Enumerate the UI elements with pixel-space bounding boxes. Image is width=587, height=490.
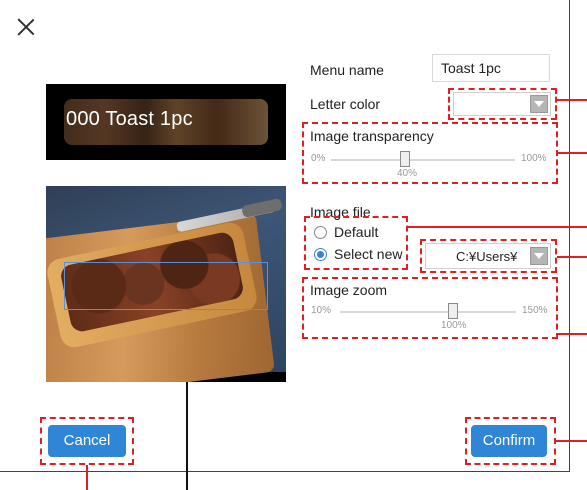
- annotation-line: [558, 152, 587, 154]
- annotation-line-preview: [186, 382, 188, 490]
- image-preview: [46, 186, 286, 382]
- annotation-box-cancel: [40, 417, 134, 465]
- annotation-box-zoom: [302, 277, 558, 339]
- annotation-box-transparency: [302, 122, 558, 184]
- crop-selection-box[interactable]: [64, 262, 268, 310]
- annotation-line: [557, 99, 587, 101]
- letter-color-label: Letter color: [310, 96, 381, 112]
- annotation-line: [558, 333, 587, 335]
- annotation-line: [408, 226, 587, 228]
- annotation-box-image-path: [420, 239, 557, 273]
- annotation-line: [556, 440, 587, 442]
- menu-preview-banner: 000 Toast 1pc: [46, 84, 286, 160]
- annotation-line: [86, 465, 88, 490]
- menu-name-input[interactable]: [432, 54, 550, 82]
- annotation-line: [557, 256, 587, 258]
- annotation-box-letter-color: [448, 88, 557, 120]
- close-icon[interactable]: [14, 16, 38, 40]
- banner-text: 000 Toast 1pc: [66, 108, 193, 130]
- menu-name-label: Menu name: [310, 62, 384, 78]
- annotation-box-confirm: [465, 417, 556, 465]
- annotation-box-image-source: [304, 216, 408, 270]
